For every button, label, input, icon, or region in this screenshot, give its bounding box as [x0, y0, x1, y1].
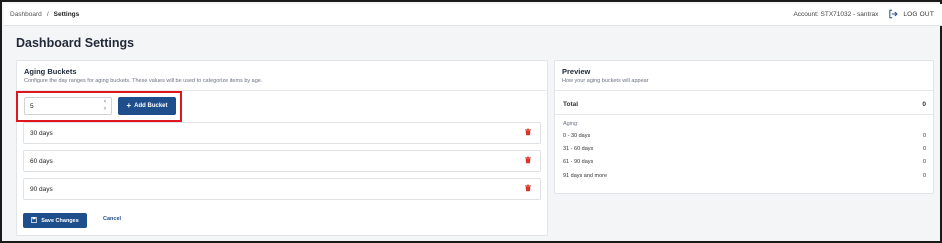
breadcrumb-current: Settings	[53, 11, 80, 18]
preview-bucket-row: 0 - 30 days 0	[555, 133, 933, 139]
preview-divider	[555, 114, 933, 115]
logout-icon	[888, 9, 898, 21]
aging-card-title: Aging Buckets	[24, 67, 77, 76]
preview-total-row: Total 0	[555, 101, 933, 108]
bucket-row: 30 days	[23, 122, 541, 144]
preview-bucket-row: 91 days and more 0	[555, 173, 933, 179]
cancel-button[interactable]: Cancel	[103, 216, 121, 222]
preview-bucket-label: 0 - 30 days	[563, 133, 591, 139]
bucket-label: 90 days	[30, 185, 53, 193]
breadcrumb: Dashboard / Settings	[10, 11, 79, 18]
trash-icon[interactable]	[524, 184, 532, 194]
bucket-label: 60 days	[30, 157, 53, 165]
preview-bucket-label: 91 days and more	[563, 173, 608, 179]
bucket-days-value: 5	[30, 102, 34, 110]
preview-total-value: 0	[922, 101, 926, 108]
preview-total-label: Total	[563, 101, 579, 108]
app-frame: Dashboard / Settings Account: STX71032 -…	[0, 0, 942, 243]
preview-bucket-row: 61 - 90 days 0	[555, 159, 933, 165]
breadcrumb-dashboard-link[interactable]: Dashboard	[10, 11, 42, 18]
logout-button[interactable]: LOG OUT	[888, 9, 934, 21]
preview-card-subtitle: How your aging buckets will appear	[562, 78, 649, 84]
logout-label: LOG OUT	[903, 11, 934, 18]
breadcrumb-separator: /	[46, 11, 49, 18]
page-title: Dashboard Settings	[16, 36, 135, 50]
bucket-label: 30 days	[30, 129, 53, 137]
account-area: Account: STX71032 - santrax LOG OUT	[793, 9, 934, 21]
bucket-days-input[interactable]: 5 ˄ ˅	[24, 97, 112, 115]
account-label: Account: STX71032 - santrax	[793, 11, 879, 18]
preview-bucket-value: 0	[922, 146, 926, 152]
save-icon	[31, 216, 38, 225]
bucket-days-stepper[interactable]: ˄ ˅	[102, 100, 108, 112]
preview-bucket-label: 61 - 90 days	[563, 159, 594, 165]
preview-bucket-row: 31 - 60 days 0	[555, 146, 933, 152]
preview-card-header: Preview How your aging buckets will appe…	[555, 61, 933, 91]
bucket-row: 60 days	[23, 150, 541, 172]
bucket-row: 90 days	[23, 178, 541, 200]
save-changes-label: Save Changes	[41, 217, 79, 224]
aging-card-subtitle: Configure the day ranges for aging bucke…	[24, 78, 263, 84]
stepper-up-icon[interactable]: ˄	[104, 100, 107, 105]
preview-bucket-value: 0	[922, 133, 926, 139]
add-bucket-label: Add Bucket	[134, 103, 168, 109]
preview-card: Preview How your aging buckets will appe…	[554, 60, 934, 194]
preview-card-title: Preview	[562, 67, 591, 76]
stepper-down-icon[interactable]: ˅	[104, 107, 107, 112]
top-bar: Dashboard / Settings Account: STX71032 -…	[4, 4, 942, 26]
preview-bucket-value: 0	[922, 173, 926, 179]
save-changes-button[interactable]: Save Changes	[23, 213, 87, 228]
preview-bucket-value: 0	[922, 159, 926, 165]
trash-icon[interactable]	[524, 128, 532, 138]
preview-bucket-label: 31 - 60 days	[563, 146, 594, 152]
preview-aging-label: Aging:	[563, 121, 579, 127]
trash-icon[interactable]	[524, 156, 532, 166]
aging-card-header: Aging Buckets Configure the day ranges f…	[17, 61, 547, 91]
add-bucket-button[interactable]: + Add Bucket	[118, 97, 176, 115]
aging-buckets-card: Aging Buckets Configure the day ranges f…	[16, 60, 548, 236]
plus-icon: +	[126, 101, 132, 110]
